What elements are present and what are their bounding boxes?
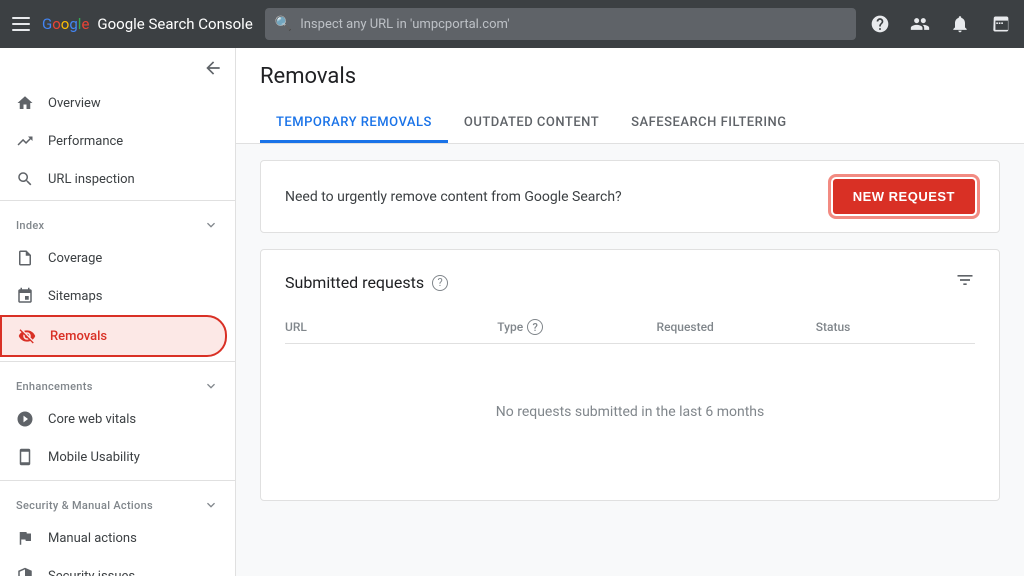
home-icon — [16, 94, 34, 112]
submitted-requests-card: Submitted requests ? URL Type ? — [260, 249, 1000, 501]
sidebar-item-coverage[interactable]: Coverage — [0, 239, 227, 277]
tab-temporary-removals[interactable]: TEMPORARY REMOVALS — [260, 105, 448, 143]
sidebar-item-label: Manual actions — [48, 531, 137, 546]
search-placeholder: Inspect any URL in 'umpcportal.com' — [300, 17, 509, 32]
col-url: URL — [285, 319, 497, 335]
sidebar-item-manual-actions[interactable]: Manual actions — [0, 519, 227, 557]
collapse-btn[interactable] — [0, 48, 235, 84]
sidebar-item-url-inspection[interactable]: URL inspection — [0, 160, 227, 198]
submitted-title: Submitted requests ? — [285, 273, 448, 292]
page-title: Removals — [260, 64, 1000, 89]
sidebar-item-security-issues[interactable]: Security issues — [0, 557, 227, 576]
file-icon — [16, 249, 34, 267]
sidebar-item-label: Removals — [50, 329, 107, 344]
new-request-button[interactable]: NEW REQUEST — [833, 179, 975, 214]
accounts-icon[interactable] — [908, 12, 932, 36]
section-security: Security & Manual Actions — [0, 483, 235, 519]
main-content: Removals TEMPORARY REMOVALS OUTDATED CON… — [236, 48, 1024, 576]
top-header: Google Google Search Console 🔍 Inspect a… — [0, 0, 1024, 48]
header-icons — [868, 12, 1012, 36]
tab-outdated-content[interactable]: OUTDATED CONTENT — [448, 105, 615, 143]
search-bar[interactable]: 🔍 Inspect any URL in 'umpcportal.com' — [265, 8, 856, 40]
table-header: URL Type ? Requested Status — [285, 311, 975, 344]
sidebar-item-label: Security issues — [48, 569, 135, 576]
empty-state: No requests submitted in the last 6 mont… — [285, 344, 975, 480]
sidebar-item-label: URL inspection — [48, 172, 135, 187]
main-layout: Overview Performance URL inspection Inde… — [0, 48, 1024, 576]
new-request-text: Need to urgently remove content from Goo… — [285, 189, 622, 205]
trending-up-icon — [16, 132, 34, 150]
sidebar-item-overview[interactable]: Overview — [0, 84, 227, 122]
search-icon: 🔍 — [275, 16, 292, 32]
sidebar-item-label: Performance — [48, 134, 123, 149]
sidebar-item-label: Overview — [48, 96, 101, 111]
app-logo: Google Google Search Console — [42, 15, 253, 33]
help-icon[interactable] — [868, 12, 892, 36]
section-label: Index — [16, 219, 44, 232]
sidebar: Overview Performance URL inspection Inde… — [0, 48, 236, 576]
help-icon[interactable]: ? — [432, 275, 448, 291]
sidebar-item-label: Sitemaps — [48, 289, 103, 304]
sitemap-icon — [16, 287, 34, 305]
sidebar-item-performance[interactable]: Performance — [0, 122, 227, 160]
gauge-icon — [16, 410, 34, 428]
shield-icon — [16, 567, 34, 576]
submitted-header: Submitted requests ? — [285, 270, 975, 295]
mobile-icon — [16, 448, 34, 466]
flag-icon — [16, 529, 34, 547]
filter-icon[interactable] — [955, 270, 975, 295]
sidebar-item-sitemaps[interactable]: Sitemaps — [0, 277, 227, 315]
sidebar-item-label: Mobile Usability — [48, 450, 140, 465]
apps-icon[interactable] — [988, 12, 1012, 36]
tab-safesearch-filtering[interactable]: SAFESEARCH FILTERING — [615, 105, 802, 143]
section-label: Enhancements — [16, 380, 93, 393]
new-request-card: Need to urgently remove content from Goo… — [260, 160, 1000, 233]
sidebar-item-label: Core web vitals — [48, 412, 136, 427]
sidebar-item-label: Coverage — [48, 251, 102, 266]
col-status: Status — [816, 319, 975, 335]
content-area: Need to urgently remove content from Goo… — [236, 144, 1024, 517]
type-help-icon[interactable]: ? — [527, 319, 543, 335]
section-enhancements: Enhancements — [0, 364, 235, 400]
tabs: TEMPORARY REMOVALS OUTDATED CONTENT SAFE… — [260, 105, 1000, 143]
col-requested: Requested — [657, 319, 816, 335]
sidebar-item-removals[interactable]: Removals — [0, 315, 227, 357]
hamburger-menu[interactable] — [12, 17, 30, 31]
logo-text: Google — [42, 15, 89, 33]
app-name: Google Search Console — [97, 15, 252, 33]
notifications-icon[interactable] — [948, 12, 972, 36]
sidebar-item-core-web-vitals[interactable]: Core web vitals — [0, 400, 227, 438]
sidebar-item-mobile-usability[interactable]: Mobile Usability — [0, 438, 227, 476]
col-type: Type ? — [497, 319, 656, 335]
eye-off-icon — [18, 327, 36, 345]
search-icon — [16, 170, 34, 188]
section-index: Index — [0, 203, 235, 239]
section-label: Security & Manual Actions — [16, 499, 153, 512]
page-header: Removals TEMPORARY REMOVALS OUTDATED CON… — [236, 48, 1024, 144]
